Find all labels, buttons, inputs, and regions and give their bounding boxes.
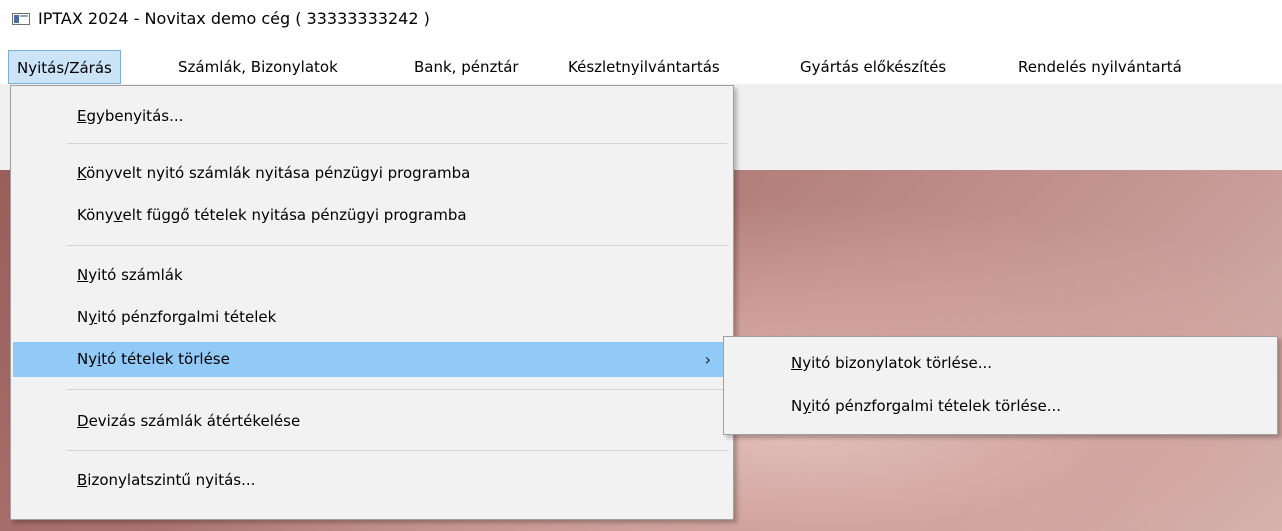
label-part: önyvelt nyitó számlák nyitása pénzügyi p… xyxy=(86,164,471,182)
label-part: yitó bizonylatok törlése... xyxy=(802,354,993,372)
menu-separator xyxy=(67,245,727,246)
app-window-icon[interactable] xyxy=(12,13,30,25)
label-part: N xyxy=(791,397,803,415)
menu-label: Készletnyilvántartás xyxy=(568,58,720,76)
menu-item-egybenyitas[interactable]: Egybenyitás... xyxy=(13,99,731,134)
menu-item-bizonylatszintu-nyitas[interactable]: Bizonylatszintű nyitás... xyxy=(13,463,731,498)
menu-keszletnyilvantartas[interactable]: Készletnyilvántartás xyxy=(560,50,728,84)
label-part: tó tételek törlése xyxy=(101,350,230,368)
menu-label: Bank, pénztár xyxy=(414,58,519,76)
label-part: N xyxy=(77,308,89,326)
access-key: N xyxy=(77,266,89,284)
menu-item-konyvelt-fuggo-tetelek[interactable]: Könyvelt függő tételek nyitása pénzügyi … xyxy=(13,198,731,233)
label-part: yitó számlák xyxy=(88,266,183,284)
menu-item-konyvelt-nyito-szamlak[interactable]: Könyvelt nyitó számlák nyitása pénzügyi … xyxy=(13,156,731,191)
access-key: D xyxy=(77,412,89,430)
menu-item-nyito-penzforgalmi-tetelek[interactable]: Nyitó pénzforgalmi tételek xyxy=(13,300,731,335)
label-part: Ny xyxy=(77,350,98,368)
title-bar: IPTAX 2024 - Novitax demo cég ( 33333333… xyxy=(0,0,1282,38)
window-title: IPTAX 2024 - Novitax demo cég ( 33333333… xyxy=(38,9,430,28)
menu-label: Nyitás/Zárás xyxy=(17,59,112,77)
menu-item-nyito-tetelek-torlese[interactable]: Nyitó tételek törlése › xyxy=(13,342,731,377)
access-key: B xyxy=(77,471,88,489)
menu-separator xyxy=(67,389,727,390)
label-part: itó pénzforgalmi tételek törlése... xyxy=(811,397,1062,415)
submenu-item-nyito-penzforgalmi-tetelek-torlese[interactable]: Nyitó pénzforgalmi tételek törlése... xyxy=(726,389,1275,424)
label-part: elt függő tételek nyitása pénzügyi progr… xyxy=(122,206,467,224)
menu-szamlak-bizonylatok[interactable]: Számlák, Bizonylatok xyxy=(170,50,346,84)
menu-label: Számlák, Bizonylatok xyxy=(178,58,338,76)
menu-separator xyxy=(67,450,727,451)
access-key: K xyxy=(77,164,87,182)
access-key: y xyxy=(802,397,812,415)
menu-bank-penztar[interactable]: Bank, pénztár xyxy=(406,50,527,84)
label-part: itó pénzforgalmi tételek xyxy=(97,308,277,326)
menu-item-devizas-szamlak[interactable]: Devizás számlák átértékelése xyxy=(13,404,731,439)
menu-separator xyxy=(67,143,727,144)
menu-label: Gyártás előkészítés xyxy=(800,58,947,76)
label-part: evizás számlák átértékelése xyxy=(88,412,301,430)
menu-bar: Nyitás/Zárás Számlák, Bizonylatok Bank, … xyxy=(0,50,1282,84)
access-key: y xyxy=(88,308,98,326)
nyitas-zaras-dropdown: Egybenyitás... Könyvelt nyitó számlák ny… xyxy=(10,85,734,520)
menu-label: Rendelés nyilvántartá xyxy=(1018,58,1182,76)
menu-nyitas-zaras[interactable]: Nyitás/Zárás xyxy=(8,50,121,84)
menu-rendeles-nyilvantartas[interactable]: Rendelés nyilvántartá xyxy=(1010,50,1190,84)
chevron-right-icon: › xyxy=(704,350,711,369)
label-part: gybenyitás... xyxy=(86,107,184,125)
menu-gyartas-elokeszites[interactable]: Gyártás előkészítés xyxy=(792,50,954,84)
label-part: Köny xyxy=(77,206,114,224)
submenu-item-nyito-bizonylatok-torlese[interactable]: Nyitó bizonylatok törlése... xyxy=(726,346,1275,381)
menu-item-nyito-szamlak[interactable]: Nyitó számlák xyxy=(13,258,731,293)
label-part: izonylatszintű nyitás... xyxy=(87,471,256,489)
access-key: v xyxy=(113,206,123,224)
access-key: N xyxy=(791,354,803,372)
nyito-tetelek-torlese-submenu: Nyitó bizonylatok törlése... Nyitó pénzf… xyxy=(723,336,1278,435)
